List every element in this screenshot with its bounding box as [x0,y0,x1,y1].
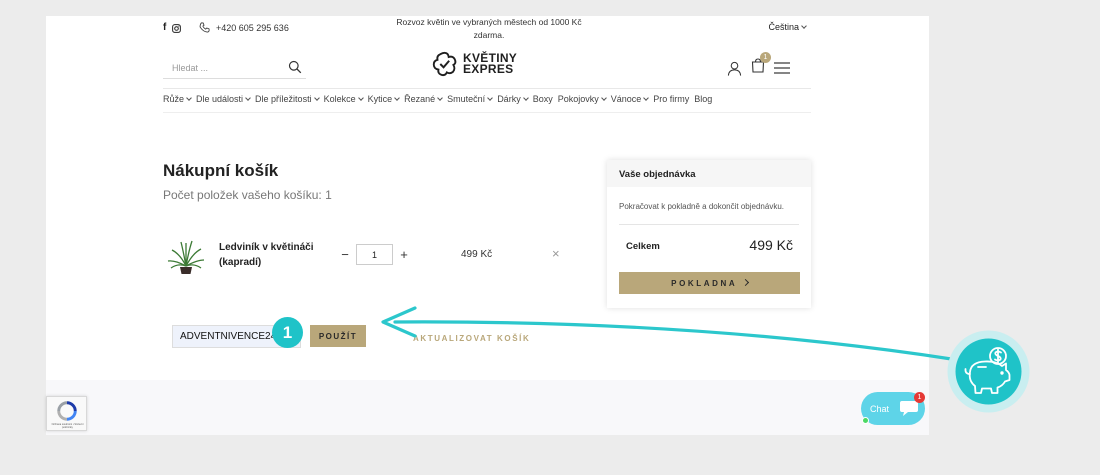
step-number-badge: 1 [272,317,303,348]
tutorial-arrow [381,306,960,362]
piggy-bank-icon [947,330,1030,413]
